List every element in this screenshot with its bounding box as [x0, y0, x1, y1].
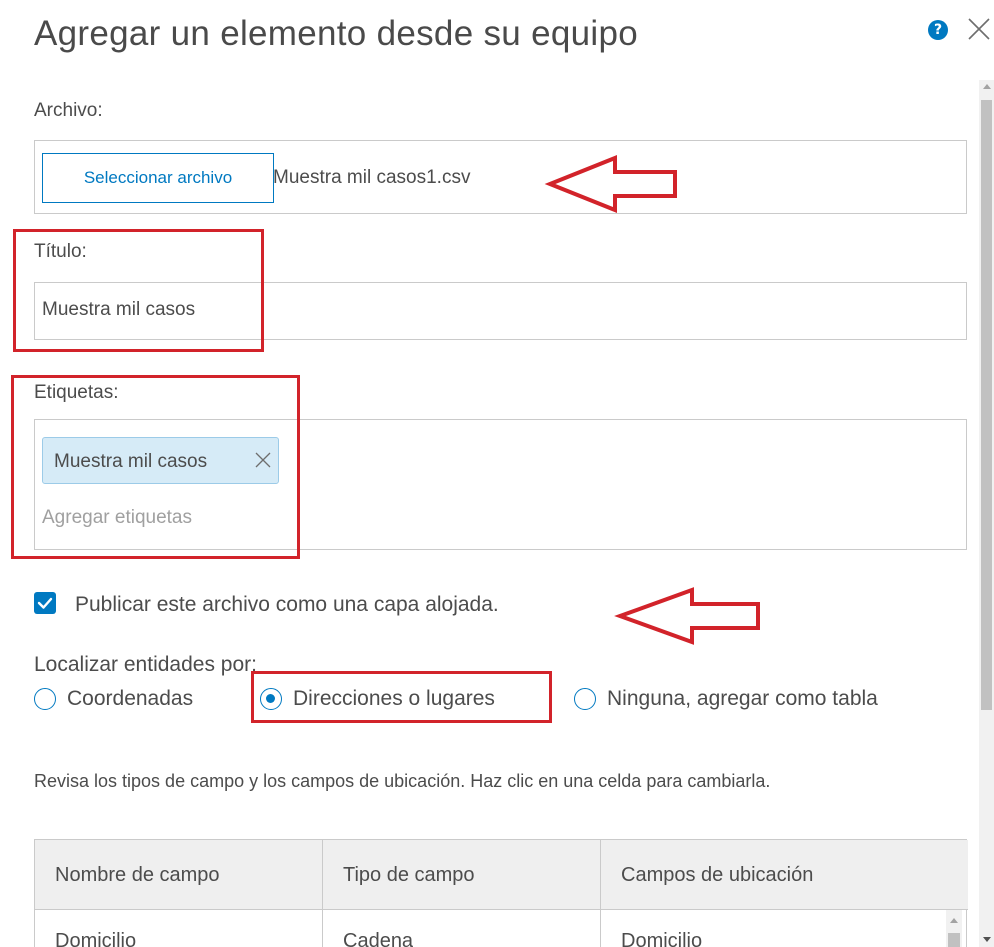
- table-scrollbar-thumb[interactable]: [948, 933, 960, 947]
- scroll-up-arrow-icon[interactable]: [983, 84, 991, 89]
- question-circle-icon[interactable]: ?: [928, 20, 948, 40]
- close-icon[interactable]: [964, 14, 994, 44]
- fields-help-text: Revisa los tipos de campo y los campos d…: [34, 771, 771, 791]
- dialog-title: Agregar un elemento desde su equipo: [34, 14, 638, 53]
- annotation-arrow-publish: [614, 587, 760, 645]
- scroll-down-arrow-icon[interactable]: [983, 937, 991, 942]
- select-file-button[interactable]: Seleccionar archivo: [42, 153, 274, 203]
- locate-label: Localizar entidades por:: [34, 653, 257, 676]
- table-cell[interactable]: Domicilio: [601, 910, 968, 947]
- annotation-arrow-file: [544, 155, 677, 213]
- table-cell[interactable]: Cadena: [323, 910, 601, 947]
- radio-none-table[interactable]: [574, 688, 596, 710]
- column-header: Nombre de campo: [35, 840, 323, 910]
- checkmark-icon: [37, 597, 53, 609]
- column-header: Campos de ubicación: [621, 864, 814, 886]
- publish-checkbox[interactable]: [34, 592, 56, 614]
- publish-checkbox-label[interactable]: Publicar este archivo como una capa aloj…: [75, 593, 499, 617]
- radio-none-table-label[interactable]: Ninguna, agregar como tabla: [607, 687, 878, 711]
- fields-table: Nombre de campo Tipo de campo Campos de …: [34, 839, 968, 947]
- radio-coordinates-label[interactable]: Coordenadas: [67, 687, 193, 711]
- annotation-box-addresses: [251, 671, 552, 723]
- table-cell[interactable]: Domicilio: [35, 910, 323, 947]
- file-label: Archivo:: [34, 100, 103, 121]
- annotation-box-title: [13, 229, 264, 352]
- table-header: Nombre de campo Tipo de campo Campos de …: [35, 840, 968, 910]
- table-scroll-up-arrow-icon[interactable]: [950, 918, 958, 923]
- scrollbar-thumb[interactable]: [981, 100, 992, 710]
- column-header: Tipo de campo: [323, 840, 601, 910]
- annotation-box-tags: [11, 375, 300, 559]
- radio-coordinates[interactable]: [34, 688, 56, 710]
- selected-file-name: Muestra mil casos1.csv: [273, 167, 471, 188]
